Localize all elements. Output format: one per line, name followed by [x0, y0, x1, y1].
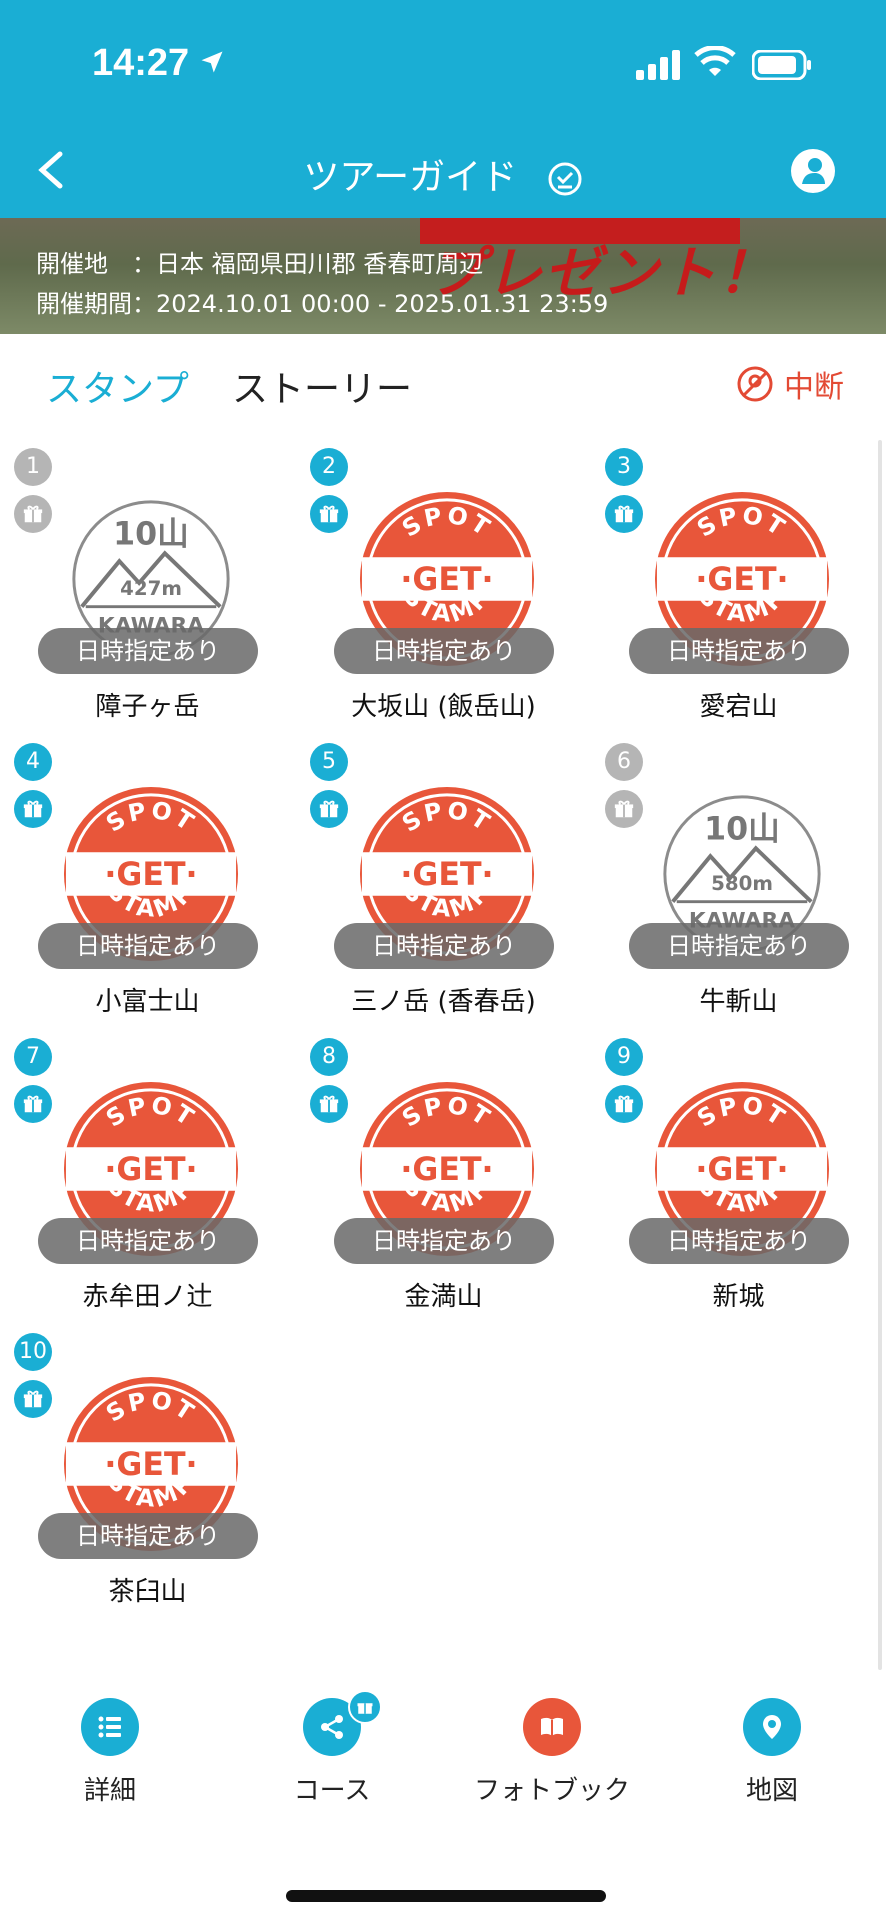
svg-text:427m: 427m	[120, 577, 182, 600]
profile-icon[interactable]	[790, 148, 836, 194]
page-title-container: ツアーガイド	[0, 148, 886, 200]
nav-label: コース	[293, 1776, 371, 1806]
spot-name: 牛斬山	[699, 987, 778, 1017]
schedule-badge: 日時指定あり	[334, 923, 554, 969]
schedule-badge: 日時指定あり	[629, 923, 849, 969]
spot-number-badge: 6	[605, 743, 643, 781]
interrupt-label: 中断	[784, 370, 844, 405]
spot-name: 金満山	[404, 1282, 483, 1312]
nav-item-course[interactable]: コース	[232, 1690, 432, 1807]
gift-icon	[605, 790, 643, 828]
map-pin-icon	[743, 1698, 801, 1756]
check-badge-icon	[548, 162, 582, 196]
svg-text:580m: 580m	[711, 872, 773, 895]
nav-item-photobook[interactable]: フォトブック	[452, 1690, 652, 1807]
stamp-card[interactable]: 5 SPOT ·GET· STAMP 日時指定あり 三ノ岳 (香春岳)	[296, 735, 591, 1030]
gift-icon	[14, 790, 52, 828]
schedule-badge: 日時指定あり	[334, 628, 554, 674]
nav-item-details[interactable]: 詳細	[10, 1690, 210, 1807]
home-indicator[interactable]	[286, 1890, 606, 1902]
spot-name: 三ノ岳 (香春岳)	[351, 987, 536, 1017]
spot-name: 赤牟田ノ辻	[82, 1282, 213, 1312]
spot-number-badge: 3	[605, 448, 643, 486]
spot-number-badge: 8	[310, 1038, 348, 1076]
signal-icon	[636, 50, 680, 80]
stamp-card[interactable]: 9 SPOT ·GET· STAMP 日時指定あり 新城	[591, 1030, 886, 1325]
banner-period: 開催期間：2024.10.01 00:00 - 2025.01.31 23:59	[36, 290, 609, 318]
tab-story[interactable]: ストーリー	[232, 360, 412, 412]
gift-icon	[605, 495, 643, 533]
gift-icon	[14, 1380, 52, 1418]
gift-badge-icon	[348, 1690, 382, 1724]
book-icon	[523, 1698, 581, 1756]
stop-pin-icon	[737, 366, 773, 402]
schedule-badge: 日時指定あり	[38, 923, 258, 969]
gift-icon	[310, 1085, 348, 1123]
interrupt-button[interactable]: 中断	[736, 362, 844, 406]
bottom-nav: 詳細 コース フォトブック 地図	[0, 1690, 886, 1810]
stamp-card[interactable]: 8 SPOT ·GET· STAMP 日時指定あり 金満山	[296, 1030, 591, 1325]
stamp-card[interactable]: 1 10山 427m KAWARA 日時指定あり 障子ヶ岳	[0, 440, 295, 735]
schedule-badge: 日時指定あり	[334, 1218, 554, 1264]
spot-name: 小富士山	[95, 987, 200, 1017]
wifi-icon	[694, 46, 736, 76]
spot-number-badge: 1	[14, 448, 52, 486]
top-bar: 14:27 ツアーガイド	[0, 0, 886, 218]
stamp-card[interactable]: 10 SPOT ·GET· STAMP 日時指定あり 茶臼山	[0, 1325, 295, 1620]
gift-icon	[310, 495, 348, 533]
gift-icon	[14, 495, 52, 533]
gift-icon	[605, 1085, 643, 1123]
spot-name: 障子ヶ岳	[95, 692, 200, 722]
battery-icon	[752, 50, 811, 80]
schedule-badge: 日時指定あり	[629, 628, 849, 674]
stamp-card[interactable]: 4 SPOT ·GET· STAMP 日時指定あり 小富士山	[0, 735, 295, 1030]
gift-icon	[310, 790, 348, 828]
nav-item-map[interactable]: 地図	[672, 1690, 872, 1807]
spot-number-badge: 10	[14, 1333, 52, 1371]
spot-number-badge: 5	[310, 743, 348, 781]
scrollbar[interactable]	[878, 440, 882, 1670]
list-icon	[81, 1698, 139, 1756]
location-arrow-icon	[201, 51, 223, 73]
spot-number-badge: 7	[14, 1038, 52, 1076]
spot-name: 愛宕山	[699, 692, 778, 722]
nav-label: 詳細	[83, 1776, 136, 1806]
gift-icon	[14, 1085, 52, 1123]
spot-name: 茶臼山	[108, 1577, 187, 1607]
spot-number-badge: 4	[14, 743, 52, 781]
schedule-badge: 日時指定あり	[38, 628, 258, 674]
spot-number-badge: 9	[605, 1038, 643, 1076]
status-time: 14:27	[92, 42, 190, 84]
spot-number-badge: 2	[310, 448, 348, 486]
nav-label: 地図	[745, 1776, 798, 1806]
banner-location: 開催地 ：日本 福岡県田川郡 香春町周辺	[36, 250, 484, 278]
tab-stamp[interactable]: スタンプ	[46, 360, 189, 412]
event-banner[interactable]: プレゼント！ 開催地 ：日本 福岡県田川郡 香春町周辺 開催期間：2024.10…	[0, 218, 886, 334]
nav-label: フォトブック	[473, 1776, 630, 1806]
stamp-card[interactable]: 2 SPOT ·GET· STAMP 日時指定あり 大坂山 (飯岳山)	[296, 440, 591, 735]
schedule-badge: 日時指定あり	[38, 1218, 258, 1264]
spot-name: 大坂山 (飯岳山)	[351, 692, 536, 722]
spot-name: 新城	[712, 1282, 765, 1312]
page-title: ツアーガイド	[303, 157, 518, 198]
stamp-card[interactable]: 7 SPOT ·GET· STAMP 日時指定あり 赤牟田ノ辻	[0, 1030, 295, 1325]
stamp-card[interactable]: 3 SPOT ·GET· STAMP 日時指定あり 愛宕山	[591, 440, 886, 735]
schedule-badge: 日時指定あり	[629, 1218, 849, 1264]
schedule-badge: 日時指定あり	[38, 1513, 258, 1559]
svg-text:10山: 10山	[113, 516, 189, 552]
svg-text:10山: 10山	[704, 811, 780, 847]
stamp-card[interactable]: 6 10山 580m KAWARA 日時指定あり 牛斬山	[591, 735, 886, 1030]
